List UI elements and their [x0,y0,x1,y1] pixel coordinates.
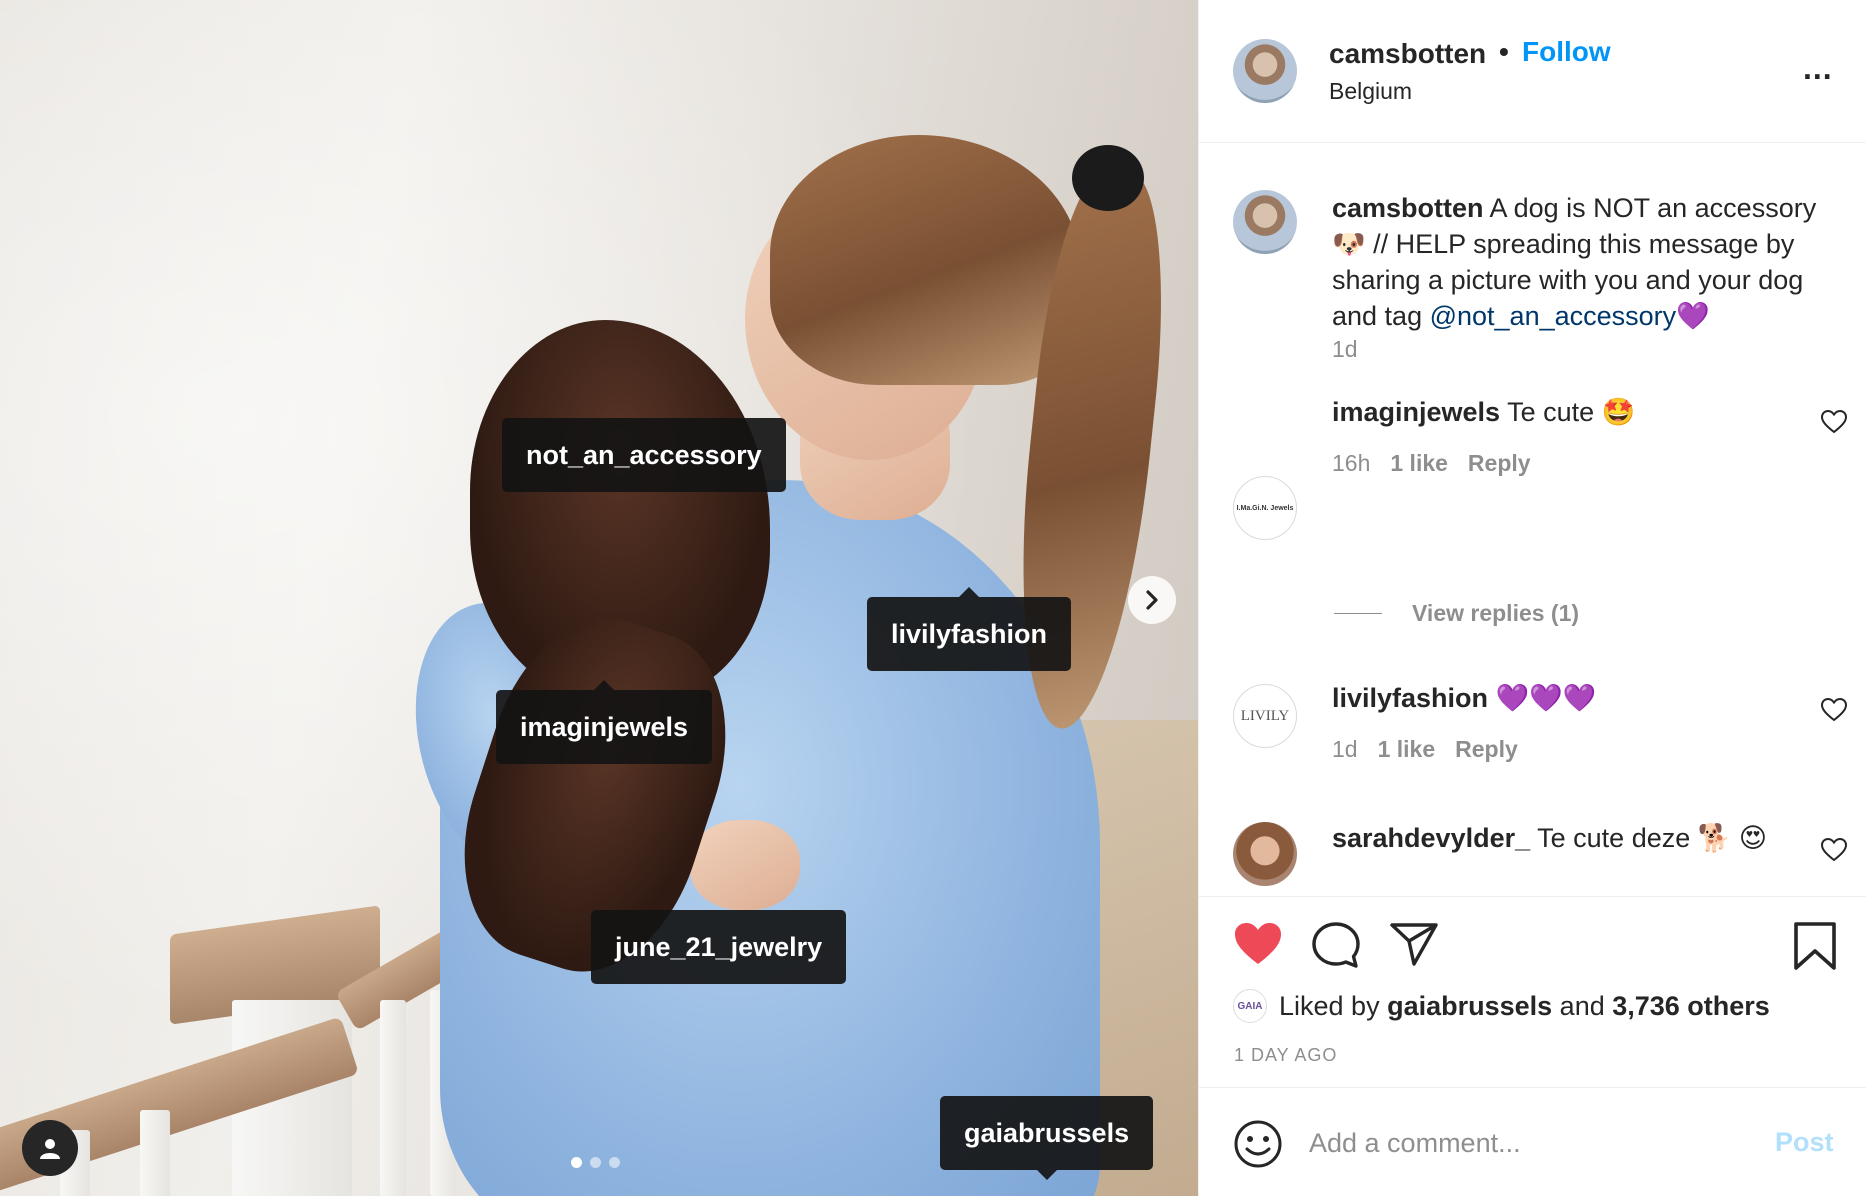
avatar[interactable] [1233,190,1297,254]
photo-tag-june-21-jewelry[interactable]: june_21_jewelry [591,910,847,984]
liked-by-user[interactable]: gaiabrussels [1387,991,1552,1021]
caption-username[interactable]: camsbotten [1332,193,1484,223]
add-comment-bar: Post [1199,1089,1866,1196]
chevron-right-icon [1146,590,1158,610]
comment-meta: 16h 1 like Reply [1332,450,1531,477]
avatar[interactable] [1233,822,1297,886]
post-photo[interactable]: not_an_accessory livilyfashion imaginjew… [0,0,1198,1196]
comment-text: 💜💜💜 [1488,683,1597,713]
tagged-users-button[interactable] [22,1120,78,1176]
like-heart-icon[interactable] [1233,921,1283,967]
tag-pointer [1036,1170,1057,1180]
carousel-next-button[interactable] [1128,576,1176,624]
reply-button[interactable]: Reply [1468,450,1531,476]
photo-tag-not-an-accessory[interactable]: not_an_accessory [502,418,786,492]
view-replies-label: View replies (1) [1412,600,1580,626]
liked-by-prefix: Liked by [1279,991,1388,1021]
liked-by-avatar[interactable]: GAIA [1233,989,1267,1023]
comment-likes[interactable]: 1 like [1390,450,1448,476]
comment: sarahdevylder_ Te cute deze 🐕 😍 [1332,820,1767,856]
emoji-smiley-icon[interactable] [1233,1119,1283,1169]
carousel-indicator [571,1157,620,1168]
comment-username[interactable]: sarahdevylder_ [1332,823,1530,853]
comment-input[interactable] [1309,1119,1749,1167]
comment-time[interactable]: 16h [1332,450,1370,476]
divider [1334,613,1382,614]
scrunchie [1072,145,1144,211]
photo-tag-label: livilyfashion [891,619,1048,649]
more-options-icon[interactable]: ... [1803,50,1833,87]
carousel-dot [590,1157,601,1168]
liked-by-text: Liked by gaiabrussels and 3,736 others [1279,991,1770,1022]
post-timestamp[interactable]: 1 DAY AGO [1234,1045,1337,1066]
baluster [380,1000,406,1196]
photo-tag-gaiabrussels[interactable]: gaiabrussels [940,1096,1154,1180]
follow-button[interactable]: Follow [1522,36,1611,68]
reply-button[interactable]: Reply [1455,736,1518,762]
comment-time[interactable]: 1d [1332,736,1358,762]
avatar[interactable] [1233,39,1297,103]
carousel-dot [571,1157,582,1168]
photo-tag-label: not_an_accessory [526,440,762,470]
comment-meta: 1d 1 like Reply [1332,736,1518,763]
post-sidebar: camsbotten • Follow Belgium ... camsbott… [1198,0,1866,1196]
post-actions: GAIA Liked by gaiabrussels and 3,736 oth… [1199,896,1866,1088]
comment: imaginjewels Te cute 🤩 [1332,394,1635,430]
baluster [140,1110,170,1196]
photo-tag-imaginjewels[interactable]: imaginjewels [496,680,713,764]
tag-pointer [959,587,980,597]
avatar-logo-text: I.Ma.Gi.N. Jewels [1236,504,1294,512]
like-comment-heart-icon[interactable] [1821,698,1847,722]
view-replies-button[interactable]: View replies (1) [1334,600,1579,627]
caption-mention[interactable]: @not_an_accessory [1430,301,1677,331]
header-username[interactable]: camsbotten [1329,38,1486,70]
comment-likes[interactable]: 1 like [1378,736,1436,762]
post-header: camsbotten • Follow Belgium ... [1199,0,1866,143]
location-link[interactable]: Belgium [1329,78,1412,105]
person-icon [40,1139,60,1159]
like-comment-heart-icon[interactable] [1821,410,1847,434]
share-send-icon[interactable] [1389,921,1439,967]
comment-username[interactable]: livilyfashion [1332,683,1488,713]
caption-emoji: 💜 [1676,301,1710,331]
avatar[interactable]: I.Ma.Gi.N. Jewels [1233,476,1297,540]
liked-by-and: and [1552,991,1613,1021]
comment-username[interactable]: imaginjewels [1332,397,1500,427]
photo-tag-label: imaginjewels [520,712,689,742]
comment-text: Te cute deze 🐕 😍 [1530,823,1768,853]
avatar-logo-text: GAIA [1237,1000,1263,1012]
carousel-dot [609,1157,620,1168]
comment: livilyfashion 💜💜💜 [1332,680,1596,716]
comments-list[interactable]: camsbotten A dog is NOT an accessory🐶 //… [1199,144,1866,896]
avatar[interactable]: LIVILY [1233,684,1297,748]
like-comment-heart-icon[interactable] [1821,838,1847,862]
photo-tag-label: gaiabrussels [964,1118,1130,1148]
post-comment-button[interactable]: Post [1775,1127,1834,1158]
liked-by-others[interactable]: 3,736 others [1612,991,1770,1021]
tag-pointer [594,680,615,690]
avatar-logo-text: LIVILY [1240,707,1290,724]
photo-tag-livilyfashion[interactable]: livilyfashion [867,587,1072,671]
comment-icon[interactable] [1311,921,1361,969]
photo-tag-label: june_21_jewelry [615,932,823,962]
save-bookmark-icon[interactable] [1793,921,1837,971]
caption-time[interactable]: 1d [1332,336,1358,363]
comment-text: Te cute 🤩 [1500,397,1636,427]
separator-dot: • [1499,36,1509,67]
person-arm [690,820,800,910]
caption: camsbotten A dog is NOT an accessory🐶 //… [1332,190,1842,334]
